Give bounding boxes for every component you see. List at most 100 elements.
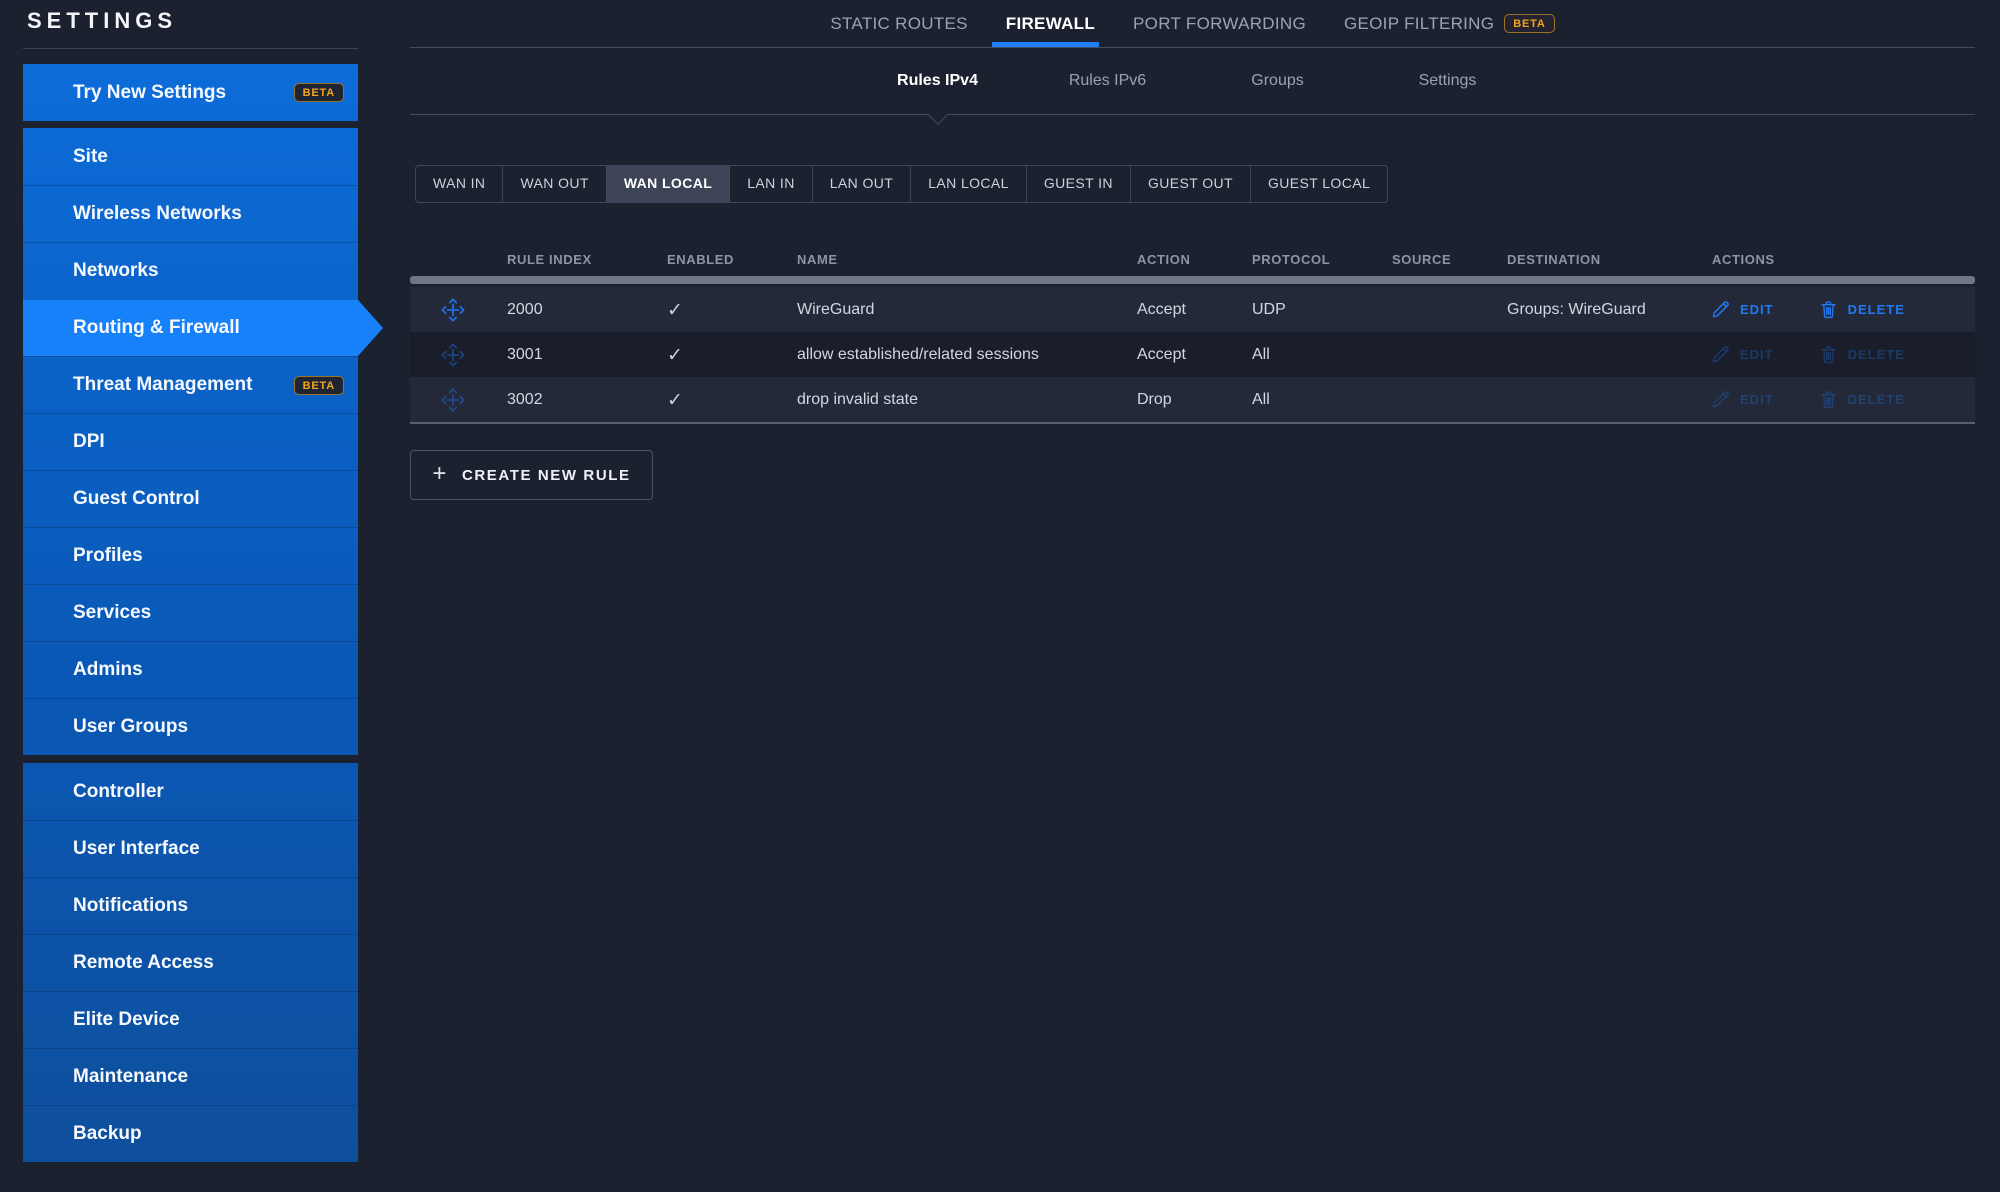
sidebar-item-wireless-networks[interactable]: Wireless Networks <box>23 185 358 242</box>
filter-lan-out[interactable]: LAN OUT <box>811 166 910 202</box>
row-actions: EDIT DELETE <box>1700 389 1975 410</box>
column-source: SOURCE <box>1392 251 1452 267</box>
filter-lan-local[interactable]: LAN LOCAL <box>910 166 1026 202</box>
tab-rules-ipv6[interactable]: Rules IPv6 <box>1023 48 1193 114</box>
page-title: SETTINGS <box>27 8 178 33</box>
column-enabled: ENABLED <box>667 251 735 267</box>
sidebar-section-new-settings: Try New Settings BETA <box>23 64 358 121</box>
drag-handle-icon[interactable] <box>410 297 495 323</box>
sidebar-item-label: Controller <box>73 780 164 802</box>
tab-groups[interactable]: Groups <box>1193 48 1363 114</box>
rule-index-cell: 3001 <box>507 345 543 363</box>
edit-label: EDIT <box>1740 302 1774 317</box>
sidebar-section-site: Site Wireless Networks Networks Routing … <box>23 128 383 755</box>
delete-button[interactable]: DELETE <box>1818 389 1905 410</box>
tab-firewall[interactable]: FIREWALL <box>991 0 1100 47</box>
sidebar-item-services[interactable]: Services <box>23 584 358 641</box>
sidebar-item-label: Elite Device <box>73 1009 180 1030</box>
trash-icon <box>1818 344 1839 365</box>
delete-button[interactable]: DELETE <box>1818 344 1905 365</box>
sidebar-section-controller: Controller User Interface Notifications … <box>23 763 358 1162</box>
sidebar-item-label: Threat Management <box>73 374 253 395</box>
sidebar-item-admins[interactable]: Admins <box>23 641 358 698</box>
sidebar-item-site[interactable]: Site <box>23 128 358 185</box>
row-actions: EDIT DELETE <box>1700 299 1975 320</box>
filter-guest-out[interactable]: GUEST OUT <box>1129 166 1250 202</box>
sidebar-item-networks[interactable]: Networks <box>23 242 358 299</box>
filter-wan-local[interactable]: WAN LOCAL <box>605 166 730 202</box>
firewall-sub-tabs: Rules IPv4 Rules IPv6 Groups Settings <box>410 48 1975 115</box>
filter-lan-in[interactable]: LAN IN <box>729 166 812 202</box>
sidebar-item-label: Site <box>73 145 108 167</box>
sidebar-item-maintenance[interactable]: Maintenance <box>23 1048 358 1105</box>
sidebar-item-label: Profiles <box>73 545 143 566</box>
sidebar-item-user-groups[interactable]: User Groups <box>23 698 358 755</box>
tab-label: GEOIP FILTERING <box>1344 13 1495 33</box>
edit-button[interactable]: EDIT <box>1710 344 1774 365</box>
tab-settings[interactable]: Settings <box>1363 48 1533 114</box>
sidebar-item-try-new-settings[interactable]: Try New Settings BETA <box>23 64 358 121</box>
beta-badge: BETA <box>1504 14 1555 33</box>
rule-index-cell: 2000 <box>507 300 543 318</box>
edit-label: EDIT <box>1740 392 1774 407</box>
beta-badge: BETA <box>293 83 344 102</box>
tab-label: FIREWALL <box>1005 13 1096 33</box>
pencil-icon <box>1710 299 1731 320</box>
create-new-rule-button[interactable]: + CREATE NEW RULE <box>410 450 653 500</box>
rule-index-cell: 3002 <box>507 390 543 408</box>
plus-icon: + <box>432 459 448 487</box>
sidebar-item-controller[interactable]: Controller <box>23 763 358 820</box>
delete-button[interactable]: DELETE <box>1818 299 1905 320</box>
delete-label: DELETE <box>1847 302 1905 317</box>
delete-label: DELETE <box>1847 347 1905 362</box>
tab-static-routes[interactable]: STATIC ROUTES <box>830 0 967 47</box>
sidebar-item-label: DPI <box>73 431 105 452</box>
action-cell: Drop <box>1137 390 1172 408</box>
sidebar-item-label: Guest Control <box>73 488 200 509</box>
tab-label: STATIC ROUTES <box>830 13 968 33</box>
tab-rules-ipv4[interactable]: Rules IPv4 <box>853 48 1023 114</box>
sidebar-item-user-interface[interactable]: User Interface <box>23 820 358 877</box>
edit-button[interactable]: EDIT <box>1710 389 1774 410</box>
sidebar-item-threat-management[interactable]: Threat Management BETA <box>23 356 358 413</box>
filter-wan-out[interactable]: WAN OUT <box>502 166 605 202</box>
routing-firewall-tabs: STATIC ROUTES FIREWALL PORT FORWARDING G… <box>410 0 1975 48</box>
sidebar-item-label: Remote Access <box>73 952 214 973</box>
sidebar-item-remote-access[interactable]: Remote Access <box>23 934 358 991</box>
sidebar-item-backup[interactable]: Backup <box>23 1105 358 1162</box>
column-name: NAME <box>797 251 838 267</box>
rule-name-cell: drop invalid state <box>797 390 918 408</box>
trash-icon <box>1818 389 1839 410</box>
table-row: 2000 ✓ WireGuard Accept UDP Groups: Wire… <box>410 287 1975 332</box>
sidebar-item-dpi[interactable]: DPI <box>23 413 358 470</box>
pencil-icon <box>1710 389 1731 410</box>
rule-name-cell: allow established/related sessions <box>797 345 1039 363</box>
sidebar-item-label: Notifications <box>73 895 189 916</box>
sidebar-item-label: Maintenance <box>73 1066 189 1087</box>
sidebar-item-label: Networks <box>73 260 159 281</box>
filter-guest-local[interactable]: GUEST LOCAL <box>1249 166 1387 202</box>
filter-wan-in[interactable]: WAN IN <box>416 166 502 202</box>
table-row: 3002 ✓ drop invalid state Drop All EDIT … <box>410 377 1975 422</box>
filter-guest-in[interactable]: GUEST IN <box>1025 166 1130 202</box>
create-new-rule-label: CREATE NEW RULE <box>461 466 631 484</box>
table-scrollbar[interactable] <box>410 276 1975 284</box>
edit-button[interactable]: EDIT <box>1710 299 1774 320</box>
sidebar-item-label: Backup <box>73 1123 142 1144</box>
rule-name-cell: WireGuard <box>797 300 875 318</box>
sidebar-item-label: Wireless Networks <box>73 203 242 224</box>
action-cell: Accept <box>1137 300 1186 318</box>
column-protocol: PROTOCOL <box>1252 251 1331 267</box>
tab-geoip-filtering[interactable]: GEOIP FILTERING BETA <box>1344 0 1555 47</box>
sidebar-item-notifications[interactable]: Notifications <box>23 877 358 934</box>
drag-handle-icon[interactable] <box>410 387 495 413</box>
pencil-icon <box>1710 344 1731 365</box>
sidebar-item-guest-control[interactable]: Guest Control <box>23 470 358 527</box>
drag-handle-icon[interactable] <box>410 342 495 368</box>
action-cell: Accept <box>1137 345 1186 363</box>
enabled-check-icon: ✓ <box>667 343 683 366</box>
sidebar-item-routing-firewall[interactable]: Routing & Firewall <box>23 299 383 356</box>
sidebar-item-elite-device[interactable]: Elite Device <box>23 991 358 1048</box>
tab-port-forwarding[interactable]: PORT FORWARDING <box>1133 0 1306 47</box>
sidebar-item-profiles[interactable]: Profiles <box>23 527 358 584</box>
